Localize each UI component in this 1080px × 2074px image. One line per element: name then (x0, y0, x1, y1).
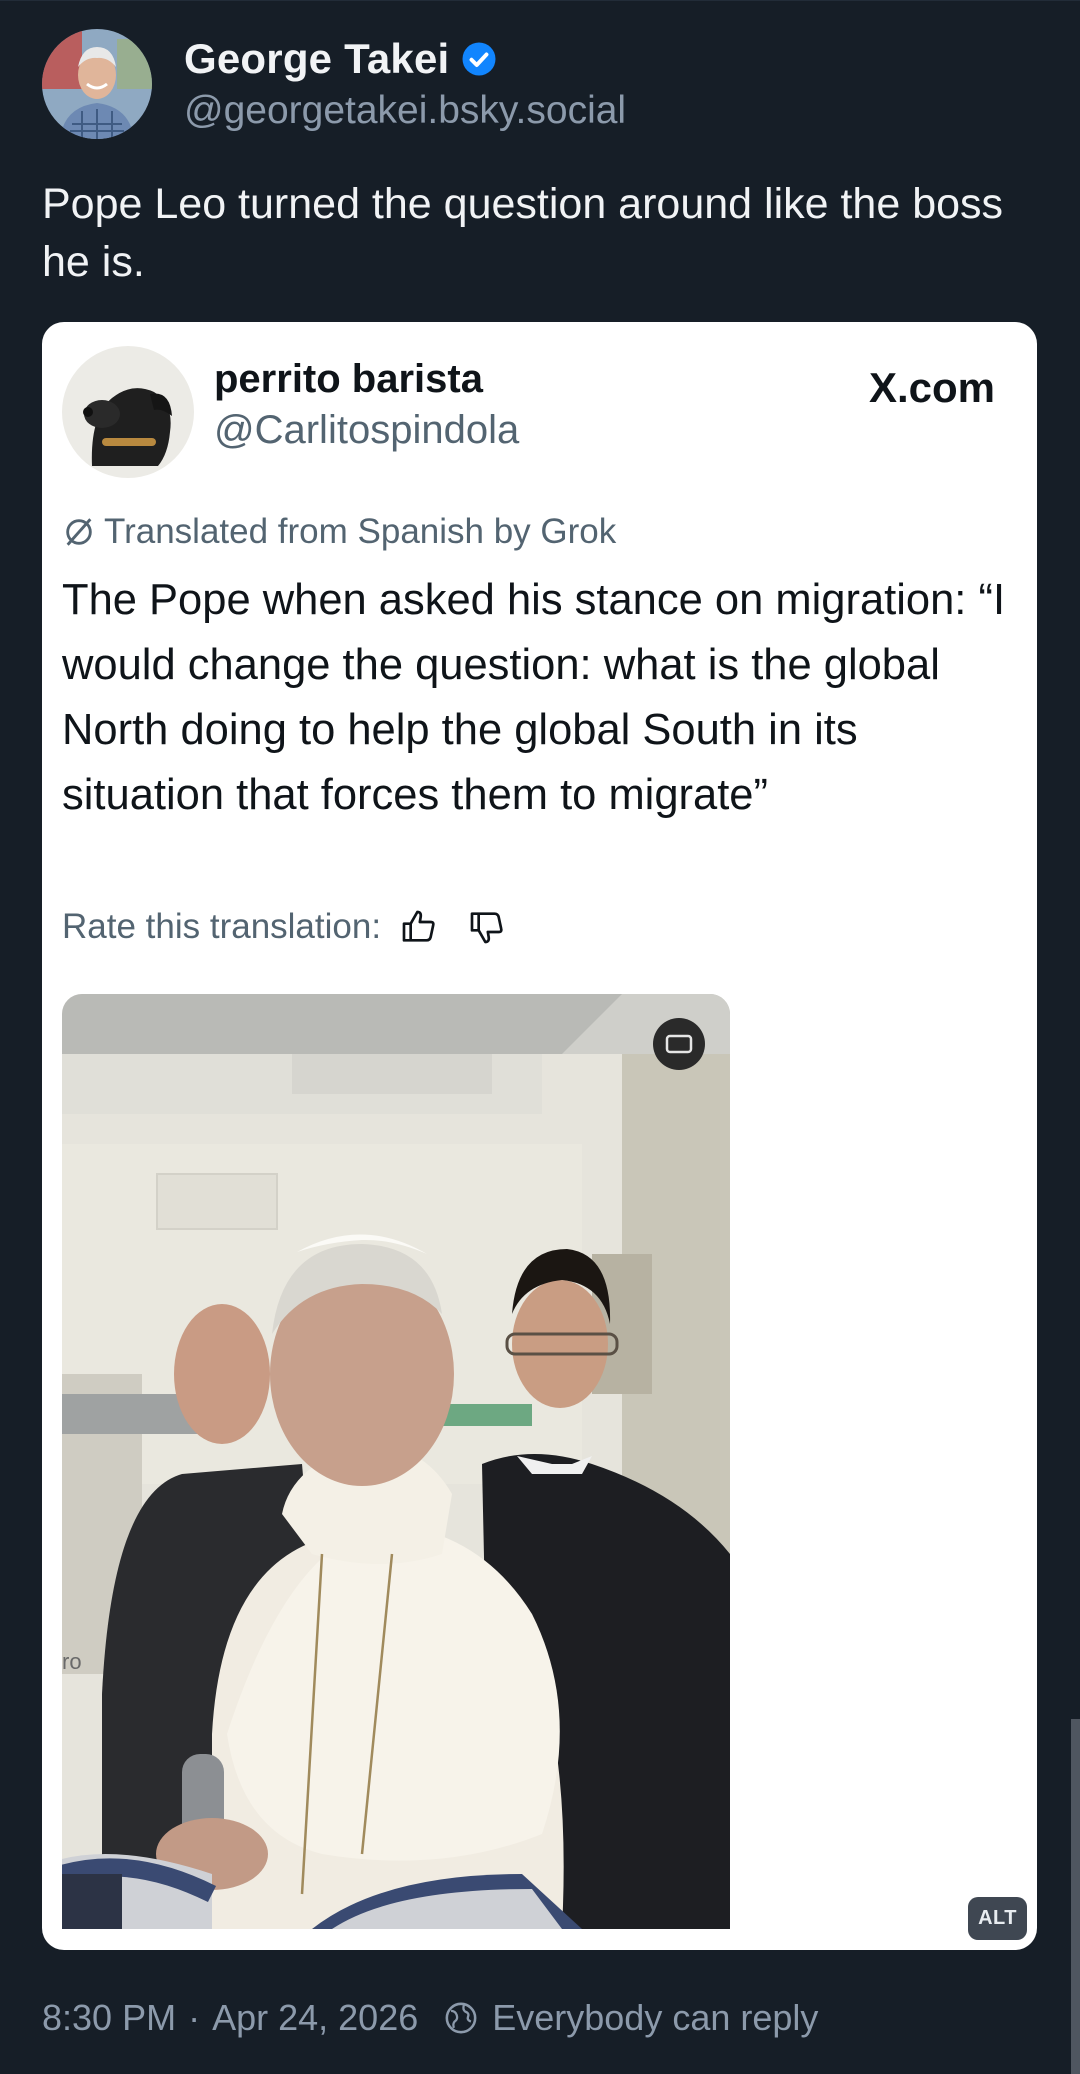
source-label: X.com (868, 364, 995, 411)
author-info: George Takei @georgetakei.bsky.social (184, 35, 626, 133)
post-footer: 8:30 PM · Apr 24, 2026 Everybody can rep… (42, 1997, 818, 2039)
svg-text:ro: ro (62, 1649, 82, 1674)
grok-icon (66, 518, 92, 546)
embedded-post-header: perrito barista @Carlitospindola (62, 346, 519, 478)
post-header: George Takei @georgetakei.bsky.social (42, 29, 626, 139)
embedded-author-handle: @Carlitospindola (214, 408, 520, 452)
author-name-row: George Takei (184, 35, 626, 83)
globe-icon (445, 2002, 477, 2034)
translation-note: Translated from Spanish by Grok (62, 512, 616, 552)
verified-check-icon (462, 42, 496, 76)
post-text: Pope Leo turned the question around like… (42, 180, 1004, 286)
alt-text-badge[interactable]: ALT (968, 1897, 1027, 1940)
footer-separator: · (188, 1997, 201, 2038)
author-avatar[interactable] (42, 29, 152, 139)
post-screen: George Takei @georgetakei.bsky.social Po… (0, 0, 1080, 2074)
thumbs-down-icon (470, 912, 503, 944)
post-date: Apr 24, 2026 (212, 1997, 419, 2038)
embedded-post-text: The Pope when asked his stance on migrat… (62, 576, 1006, 819)
post-time: 8:30 PM (42, 1997, 177, 2038)
embedded-author-name: perrito barista (214, 357, 483, 401)
embedded-image-card[interactable]: perrito barista @Carlitospindola X.com T… (42, 322, 1037, 1950)
embedded-author-info: perrito barista @Carlitospindola (214, 357, 519, 453)
embedded-photo: ro (62, 994, 730, 1929)
author-handle[interactable]: @georgetakei.bsky.social (184, 89, 626, 133)
rate-translation: Rate this translation: (62, 907, 507, 947)
embedded-author-avatar (62, 346, 194, 478)
scrollbar[interactable] (1071, 1719, 1080, 2074)
author-display-name[interactable]: George Takei (184, 35, 449, 83)
reply-setting[interactable]: Everybody can reply (492, 1997, 818, 2039)
translation-note-text: Translated from Spanish by Grok (104, 512, 617, 551)
rate-translation-label: Rate this translation: (62, 907, 382, 946)
thumbs-up-icon (402, 910, 435, 942)
